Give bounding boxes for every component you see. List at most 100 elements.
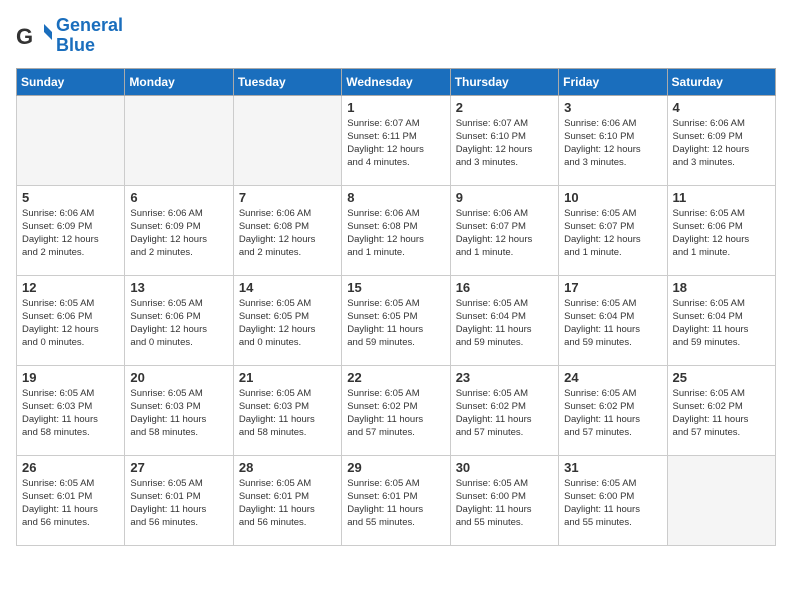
day-number: 11 (673, 190, 770, 205)
day-number: 18 (673, 280, 770, 295)
day-info: Sunrise: 6:05 AM Sunset: 6:03 PM Dayligh… (130, 387, 227, 440)
col-header-tuesday: Tuesday (233, 68, 341, 95)
day-number: 6 (130, 190, 227, 205)
day-info: Sunrise: 6:05 AM Sunset: 6:06 PM Dayligh… (22, 297, 119, 350)
day-number: 29 (347, 460, 444, 475)
day-info: Sunrise: 6:06 AM Sunset: 6:09 PM Dayligh… (673, 117, 770, 170)
calendar-cell: 28 Sunrise: 6:05 AM Sunset: 6:01 PM Dayli… (233, 455, 341, 545)
day-info: Sunrise: 6:05 AM Sunset: 6:02 PM Dayligh… (347, 387, 444, 440)
calendar-cell: 29 Sunrise: 6:05 AM Sunset: 6:01 PM Dayli… (342, 455, 450, 545)
day-number: 3 (564, 100, 661, 115)
page-header: G General Blue (16, 16, 776, 56)
calendar-week-4: 19 Sunrise: 6:05 AM Sunset: 6:03 PM Dayli… (17, 365, 776, 455)
calendar-cell (667, 455, 775, 545)
col-header-monday: Monday (125, 68, 233, 95)
day-number: 30 (456, 460, 553, 475)
day-info: Sunrise: 6:05 AM Sunset: 6:02 PM Dayligh… (673, 387, 770, 440)
calendar-table: SundayMondayTuesdayWednesdayThursdayFrid… (16, 68, 776, 546)
day-info: Sunrise: 6:07 AM Sunset: 6:10 PM Dayligh… (456, 117, 553, 170)
day-number: 14 (239, 280, 336, 295)
col-header-friday: Friday (559, 68, 667, 95)
day-number: 23 (456, 370, 553, 385)
calendar-cell: 11 Sunrise: 6:05 AM Sunset: 6:06 PM Dayli… (667, 185, 775, 275)
calendar-cell: 4 Sunrise: 6:06 AM Sunset: 6:09 PM Daylig… (667, 95, 775, 185)
day-info: Sunrise: 6:05 AM Sunset: 6:01 PM Dayligh… (130, 477, 227, 530)
day-number: 16 (456, 280, 553, 295)
day-number: 9 (456, 190, 553, 205)
day-info: Sunrise: 6:05 AM Sunset: 6:01 PM Dayligh… (239, 477, 336, 530)
day-info: Sunrise: 6:07 AM Sunset: 6:11 PM Dayligh… (347, 117, 444, 170)
day-info: Sunrise: 6:05 AM Sunset: 6:00 PM Dayligh… (564, 477, 661, 530)
calendar-week-2: 5Sunrise: 6:06 AM Sunset: 6:09 PM Daylig… (17, 185, 776, 275)
calendar-cell: 7Sunrise: 6:06 AM Sunset: 6:08 PM Daylig… (233, 185, 341, 275)
day-info: Sunrise: 6:05 AM Sunset: 6:04 PM Dayligh… (564, 297, 661, 350)
day-number: 8 (347, 190, 444, 205)
day-info: Sunrise: 6:06 AM Sunset: 6:09 PM Dayligh… (22, 207, 119, 260)
day-number: 20 (130, 370, 227, 385)
day-number: 25 (673, 370, 770, 385)
day-info: Sunrise: 6:05 AM Sunset: 6:05 PM Dayligh… (239, 297, 336, 350)
calendar-cell: 23 Sunrise: 6:05 AM Sunset: 6:02 PM Dayli… (450, 365, 558, 455)
calendar-cell: 18 Sunrise: 6:05 AM Sunset: 6:04 PM Dayli… (667, 275, 775, 365)
calendar-cell: 27Sunrise: 6:05 AM Sunset: 6:01 PM Dayli… (125, 455, 233, 545)
day-number: 21 (239, 370, 336, 385)
day-number: 15 (347, 280, 444, 295)
day-info: Sunrise: 6:05 AM Sunset: 6:01 PM Dayligh… (22, 477, 119, 530)
col-header-thursday: Thursday (450, 68, 558, 95)
calendar-cell: 2 Sunrise: 6:07 AM Sunset: 6:10 PM Daylig… (450, 95, 558, 185)
calendar-header-row: SundayMondayTuesdayWednesdayThursdayFrid… (17, 68, 776, 95)
day-number: 1 (347, 100, 444, 115)
col-header-wednesday: Wednesday (342, 68, 450, 95)
calendar-week-1: 1 Sunrise: 6:07 AM Sunset: 6:11 PM Daylig… (17, 95, 776, 185)
calendar-cell: 30 Sunrise: 6:05 AM Sunset: 6:00 PM Dayli… (450, 455, 558, 545)
calendar-cell (233, 95, 341, 185)
day-info: Sunrise: 6:05 AM Sunset: 6:02 PM Dayligh… (456, 387, 553, 440)
calendar-cell: 15 Sunrise: 6:05 AM Sunset: 6:05 PM Dayli… (342, 275, 450, 365)
calendar-cell: 19Sunrise: 6:05 AM Sunset: 6:03 PM Dayli… (17, 365, 125, 455)
calendar-cell (17, 95, 125, 185)
logo-general: General (56, 16, 123, 36)
calendar-cell: 25 Sunrise: 6:05 AM Sunset: 6:02 PM Dayli… (667, 365, 775, 455)
day-number: 24 (564, 370, 661, 385)
calendar-cell: 22Sunrise: 6:05 AM Sunset: 6:02 PM Dayli… (342, 365, 450, 455)
day-number: 28 (239, 460, 336, 475)
calendar-cell: 26Sunrise: 6:05 AM Sunset: 6:01 PM Dayli… (17, 455, 125, 545)
day-info: Sunrise: 6:05 AM Sunset: 6:07 PM Dayligh… (564, 207, 661, 260)
logo: G General Blue (16, 16, 123, 56)
day-info: Sunrise: 6:05 AM Sunset: 6:06 PM Dayligh… (130, 297, 227, 350)
day-info: Sunrise: 6:05 AM Sunset: 6:04 PM Dayligh… (456, 297, 553, 350)
logo-blue: Blue (56, 36, 123, 56)
day-number: 7 (239, 190, 336, 205)
day-number: 12 (22, 280, 119, 295)
day-number: 13 (130, 280, 227, 295)
calendar-cell: 12 Sunrise: 6:05 AM Sunset: 6:06 PM Dayli… (17, 275, 125, 365)
calendar-cell: 9 Sunrise: 6:06 AM Sunset: 6:07 PM Daylig… (450, 185, 558, 275)
col-header-saturday: Saturday (667, 68, 775, 95)
day-number: 4 (673, 100, 770, 115)
day-info: Sunrise: 6:05 AM Sunset: 6:06 PM Dayligh… (673, 207, 770, 260)
day-number: 10 (564, 190, 661, 205)
day-info: Sunrise: 6:05 AM Sunset: 6:02 PM Dayligh… (564, 387, 661, 440)
col-header-sunday: Sunday (17, 68, 125, 95)
day-info: Sunrise: 6:05 AM Sunset: 6:04 PM Dayligh… (673, 297, 770, 350)
calendar-cell (125, 95, 233, 185)
day-info: Sunrise: 6:06 AM Sunset: 6:08 PM Dayligh… (347, 207, 444, 260)
calendar-cell: 10 Sunrise: 6:05 AM Sunset: 6:07 PM Dayli… (559, 185, 667, 275)
calendar-week-5: 26Sunrise: 6:05 AM Sunset: 6:01 PM Dayli… (17, 455, 776, 545)
day-info: Sunrise: 6:05 AM Sunset: 6:00 PM Dayligh… (456, 477, 553, 530)
logo-icon: G (16, 18, 52, 54)
day-info: Sunrise: 6:06 AM Sunset: 6:09 PM Dayligh… (130, 207, 227, 260)
day-number: 19 (22, 370, 119, 385)
day-info: Sunrise: 6:06 AM Sunset: 6:07 PM Dayligh… (456, 207, 553, 260)
calendar-cell: 5Sunrise: 6:06 AM Sunset: 6:09 PM Daylig… (17, 185, 125, 275)
day-info: Sunrise: 6:05 AM Sunset: 6:05 PM Dayligh… (347, 297, 444, 350)
calendar-cell: 21Sunrise: 6:05 AM Sunset: 6:03 PM Dayli… (233, 365, 341, 455)
calendar-cell: 14 Sunrise: 6:05 AM Sunset: 6:05 PM Dayli… (233, 275, 341, 365)
calendar-cell: 13 Sunrise: 6:05 AM Sunset: 6:06 PM Dayli… (125, 275, 233, 365)
day-info: Sunrise: 6:05 AM Sunset: 6:01 PM Dayligh… (347, 477, 444, 530)
calendar-cell: 1 Sunrise: 6:07 AM Sunset: 6:11 PM Daylig… (342, 95, 450, 185)
calendar-cell: 17Sunrise: 6:05 AM Sunset: 6:04 PM Dayli… (559, 275, 667, 365)
day-number: 31 (564, 460, 661, 475)
calendar-cell: 6 Sunrise: 6:06 AM Sunset: 6:09 PM Daylig… (125, 185, 233, 275)
day-number: 2 (456, 100, 553, 115)
